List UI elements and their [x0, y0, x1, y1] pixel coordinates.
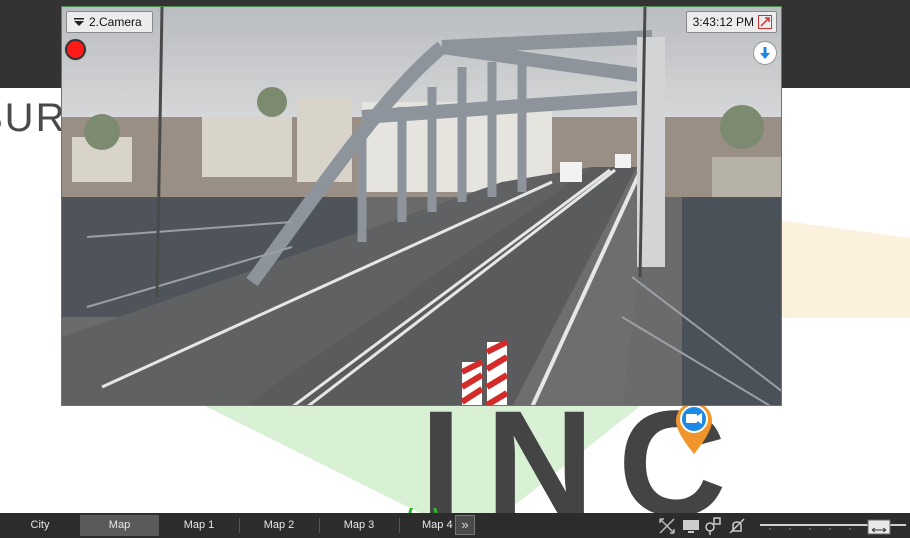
tab-label: Map 3: [343, 519, 375, 531]
layout-icon[interactable]: [703, 516, 723, 536]
tab-label: Map 4: [422, 519, 453, 531]
camera-video-frame[interactable]: 2.Camera 3:43:12 PM: [61, 6, 782, 406]
tab-map-3[interactable]: Map 3: [319, 515, 399, 536]
tab-map-1[interactable]: Map 1: [159, 515, 239, 536]
monitor-icon[interactable]: [681, 516, 701, 536]
mute-icon[interactable]: [727, 516, 747, 536]
more-tabs-label: »: [461, 517, 469, 532]
camera-timestamp[interactable]: 3:43:12 PM: [685, 11, 777, 33]
tab-label: Map 1: [183, 519, 215, 531]
bottom-toolbar: City Map Map 1 Map 2 Map 3 Map 4 »: [0, 513, 910, 538]
dropdown-arrow-icon: [74, 18, 84, 26]
more-tabs-button[interactable]: »: [455, 515, 475, 535]
archive-toggle-icon[interactable]: [758, 15, 772, 29]
tab-label: City: [30, 519, 50, 531]
camera-video-image: [62, 7, 781, 405]
camera-name: 2.Camera: [89, 15, 142, 29]
tab-city[interactable]: City: [0, 515, 80, 536]
camera-time: 3:43:12 PM: [692, 15, 754, 29]
fullscreen-icon[interactable]: [657, 516, 677, 536]
camera-pin-icon[interactable]: [674, 401, 714, 456]
camera-select-dropdown[interactable]: 2.Camera: [66, 11, 153, 33]
tab-label: Map: [108, 519, 131, 531]
tab-map[interactable]: Map: [80, 515, 159, 536]
recording-indicator-icon[interactable]: [67, 41, 84, 58]
tab-label: Map 2: [263, 519, 295, 531]
timeline-zoom-slider[interactable]: [760, 519, 906, 535]
export-download-button[interactable]: [754, 42, 776, 64]
tab-map-2[interactable]: Map 2: [239, 515, 319, 536]
download-arrow-icon: [760, 47, 770, 59]
tab-map-4[interactable]: Map 4: [399, 515, 455, 536]
